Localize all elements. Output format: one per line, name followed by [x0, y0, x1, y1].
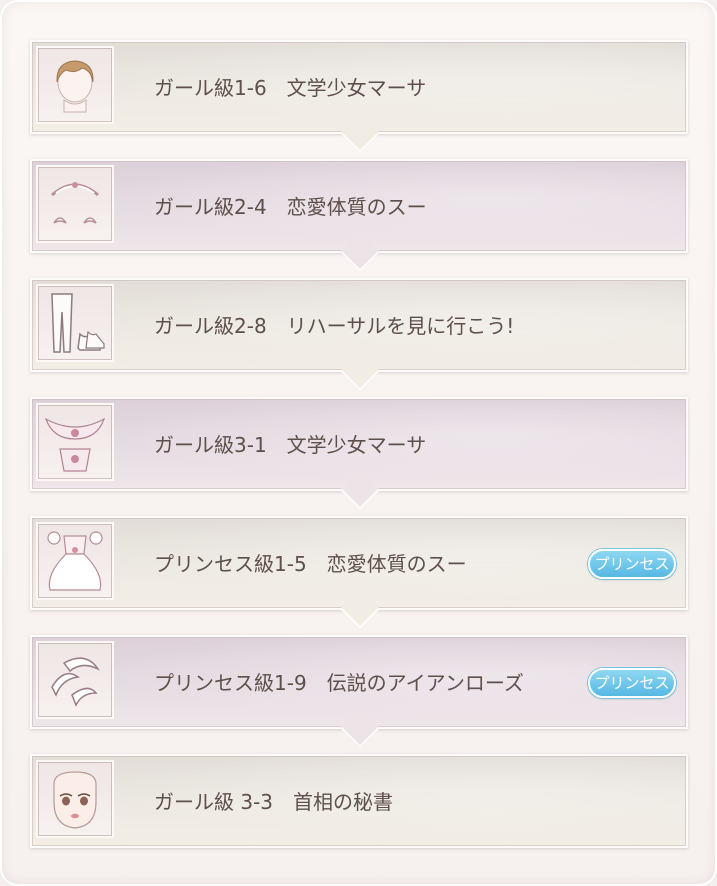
feather-accessory-icon: [36, 641, 114, 719]
hair-icon: [36, 46, 114, 124]
lace-accessory-icon: [36, 403, 114, 481]
stage-label: プリンセス級1-9 伝説のアイアンローズ: [154, 671, 524, 695]
stage-label: プリンセス級1-5 恋愛体質のスー: [154, 552, 467, 576]
stage-label: ガール級1-6 文学少女マーサ: [154, 76, 427, 100]
hair-accessory-icon: [36, 165, 114, 243]
princess-badge: プリンセス: [588, 668, 676, 698]
princess-badge: プリンセス: [588, 549, 676, 579]
stage-row[interactable]: ガール級2-4 恋愛体質のスー: [30, 159, 688, 272]
face-makeup-icon: [36, 760, 114, 838]
stage-row[interactable]: ガール級2-8 リハーサルを見に行こう!: [30, 278, 688, 391]
stage-row[interactable]: ガール級 3-3 首相の秘書: [30, 754, 688, 848]
stage-label: ガール級 3-3 首相の秘書: [154, 790, 394, 814]
stage-row[interactable]: プリンセス級1-5 恋愛体質のスー プリンセス: [30, 516, 688, 629]
stage-list: ガール級1-6 文学少女マーサ ガール級2-4 恋愛体質のスー ガール級2-8 …: [30, 40, 688, 873]
dress-icon: [36, 522, 114, 600]
tights-shoes-icon: [36, 284, 114, 362]
stage-label: ガール級2-8 リハーサルを見に行こう!: [154, 314, 515, 338]
stage-label: ガール級3-1 文学少女マーサ: [154, 433, 427, 457]
stage-row[interactable]: プリンセス級1-9 伝説のアイアンローズ プリンセス: [30, 635, 688, 748]
stage-row[interactable]: ガール級1-6 文学少女マーサ: [30, 40, 688, 153]
stage-label: ガール級2-4 恋愛体質のスー: [154, 195, 427, 219]
stage-list-panel: ガール級1-6 文学少女マーサ ガール級2-4 恋愛体質のスー ガール級2-8 …: [0, 0, 717, 886]
stage-row[interactable]: ガール級3-1 文学少女マーサ: [30, 397, 688, 510]
